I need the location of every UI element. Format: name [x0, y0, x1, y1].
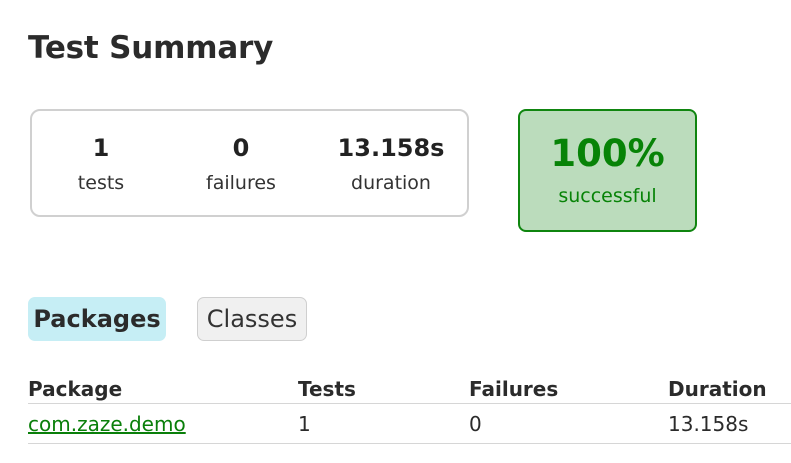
- header-package: Package: [28, 377, 123, 401]
- test-summary-page: Test Summary 1 tests 0 failures 13.158s …: [0, 0, 791, 463]
- tab-classes[interactable]: Classes: [197, 297, 307, 341]
- failures-counter: 0 failures: [206, 133, 276, 195]
- header-failures: Failures: [469, 377, 559, 401]
- summary-counters: 1 tests 0 failures 13.158s duration: [30, 109, 469, 217]
- table-row: com.zaze.demo 1 0 13.158s: [28, 404, 791, 444]
- duration-cell: 13.158s: [668, 412, 749, 436]
- success-rate-box: 100% successful: [518, 109, 697, 232]
- tests-counter: 1 tests: [78, 133, 124, 195]
- header-tests: Tests: [298, 377, 356, 401]
- header-duration: Duration: [668, 377, 767, 401]
- duration-counter: 13.158s duration: [338, 133, 445, 195]
- table-header: Package Tests Failures Duration: [28, 376, 791, 404]
- success-label: successful: [558, 185, 657, 207]
- failures-label: failures: [206, 172, 276, 194]
- failures-count: 0: [232, 134, 250, 162]
- duration-value: 13.158s: [337, 134, 445, 162]
- success-percent: 100%: [550, 132, 665, 175]
- package-link[interactable]: com.zaze.demo: [28, 412, 186, 436]
- duration-label: duration: [351, 172, 431, 194]
- tests-label: tests: [77, 172, 125, 194]
- tests-count: 1: [92, 134, 110, 162]
- package-cell: com.zaze.demo: [28, 412, 186, 436]
- tab-packages[interactable]: Packages: [28, 297, 166, 341]
- failures-cell: 0: [469, 412, 482, 436]
- tests-cell: 1: [298, 412, 311, 436]
- page-title: Test Summary: [28, 30, 274, 66]
